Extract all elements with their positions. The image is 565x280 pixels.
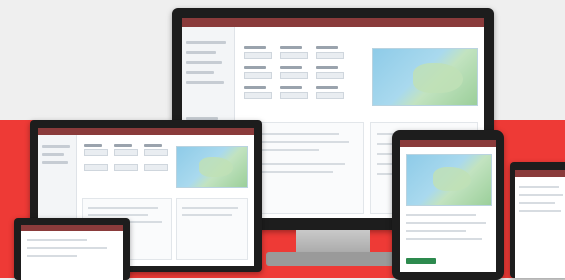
map-land [413, 63, 463, 93]
text-line [27, 255, 77, 257]
text-line [27, 247, 107, 249]
field-label [114, 144, 132, 147]
map-view[interactable] [406, 154, 492, 206]
text-line [249, 163, 345, 165]
sidebar-item[interactable] [186, 51, 216, 54]
text-line [519, 210, 561, 212]
phone-screen [21, 225, 123, 280]
sidebar-item[interactable] [42, 145, 70, 148]
app-header-bar [400, 140, 496, 147]
field-label [280, 66, 302, 69]
map-view[interactable] [176, 146, 248, 188]
field-label [244, 46, 266, 49]
tablet-device [392, 130, 504, 280]
form-field[interactable] [316, 92, 344, 99]
sidebar-item[interactable] [42, 153, 64, 156]
field-label [84, 144, 102, 147]
field-label [316, 66, 338, 69]
form-field[interactable] [280, 72, 308, 79]
text-line [519, 186, 559, 188]
field-label [316, 46, 338, 49]
field-label [280, 46, 302, 49]
text-line [406, 222, 486, 224]
field-label [316, 86, 338, 89]
text-line [406, 230, 466, 232]
field-label [244, 66, 266, 69]
action-button[interactable] [406, 258, 436, 264]
form-field[interactable] [316, 52, 344, 59]
form-field[interactable] [84, 164, 108, 171]
form-field[interactable] [244, 92, 272, 99]
form-field[interactable] [84, 149, 108, 156]
text-line [27, 239, 87, 241]
map-land [433, 167, 471, 191]
chart-panel [176, 198, 248, 260]
form-field[interactable] [114, 149, 138, 156]
form-field[interactable] [244, 72, 272, 79]
field-label [144, 144, 162, 147]
form-field[interactable] [244, 52, 272, 59]
form-field[interactable] [316, 72, 344, 79]
phone-partial-device [510, 162, 565, 278]
form-field[interactable] [144, 164, 168, 171]
app-header-bar [515, 170, 565, 177]
text-line [182, 214, 232, 216]
text-line [88, 207, 158, 209]
app-header-bar [21, 225, 123, 231]
form-field[interactable] [144, 149, 168, 156]
text-line [519, 194, 563, 196]
text-line [249, 141, 349, 143]
form-field[interactable] [114, 164, 138, 171]
sidebar-item[interactable] [186, 71, 214, 74]
monitor-stand-neck [296, 230, 370, 254]
form-field[interactable] [280, 52, 308, 59]
text-line [519, 202, 555, 204]
text-line [406, 238, 482, 240]
tablet-screen [400, 140, 496, 272]
phone-device [14, 218, 130, 280]
sidebar-item[interactable] [42, 161, 68, 164]
field-label [244, 86, 266, 89]
app-header-bar [38, 128, 254, 135]
form-field[interactable] [280, 92, 308, 99]
map-land [199, 157, 233, 177]
text-line [182, 207, 238, 209]
map-view[interactable] [372, 48, 478, 106]
sidebar-item[interactable] [186, 61, 222, 64]
text-line [249, 133, 339, 135]
text-line [406, 214, 476, 216]
monitor-stand-base [266, 252, 400, 266]
sidebar-item[interactable] [186, 41, 226, 44]
field-label [280, 86, 302, 89]
sidebar-item[interactable] [186, 81, 224, 84]
text-line [88, 214, 148, 216]
app-header-bar [182, 18, 484, 27]
phone-partial-screen [515, 170, 565, 278]
